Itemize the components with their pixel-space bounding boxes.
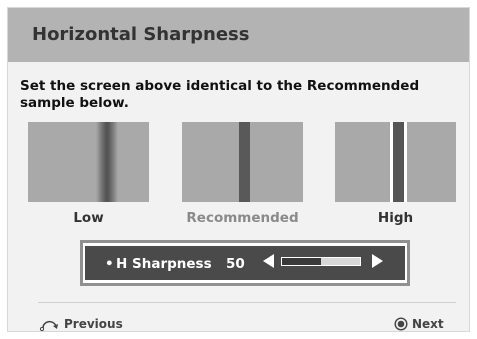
sample-low-bar bbox=[96, 122, 118, 202]
return-icon bbox=[39, 320, 58, 331]
page-title: Horizontal Sharpness bbox=[32, 24, 250, 45]
slider-fill bbox=[321, 258, 360, 265]
sample-recommended-label: Recommended bbox=[186, 210, 299, 226]
previous-button[interactable]: Previous bbox=[64, 317, 123, 331]
sample-low bbox=[28, 122, 149, 202]
sample-low-label: Low bbox=[73, 210, 104, 226]
sample-high-halo-right bbox=[404, 122, 407, 202]
sharpness-slider[interactable] bbox=[281, 257, 361, 266]
decrease-arrow-icon[interactable] bbox=[263, 254, 274, 268]
instruction-text: Set the screen above identical to the Re… bbox=[20, 78, 420, 111]
sharpness-control-panel: • H Sharpness 50 bbox=[85, 246, 405, 280]
sample-high-label: High bbox=[377, 210, 414, 226]
footer-divider bbox=[38, 302, 456, 303]
sample-high bbox=[335, 122, 456, 202]
sharpness-control[interactable]: • H Sharpness 50 bbox=[80, 240, 410, 286]
control-bullet: • bbox=[105, 256, 114, 272]
control-value: 50 bbox=[226, 256, 245, 272]
control-label: H Sharpness bbox=[116, 256, 212, 272]
sample-high-bar bbox=[393, 122, 404, 202]
ok-button-icon bbox=[394, 317, 408, 331]
sample-recommended-bar bbox=[239, 122, 250, 202]
sharpness-dialog: Horizontal Sharpness Set the screen abov… bbox=[7, 7, 470, 332]
increase-arrow-icon[interactable] bbox=[372, 254, 383, 268]
sample-recommended bbox=[182, 122, 303, 202]
header-bar: Horizontal Sharpness bbox=[8, 8, 469, 62]
next-button[interactable]: Next bbox=[412, 317, 444, 331]
